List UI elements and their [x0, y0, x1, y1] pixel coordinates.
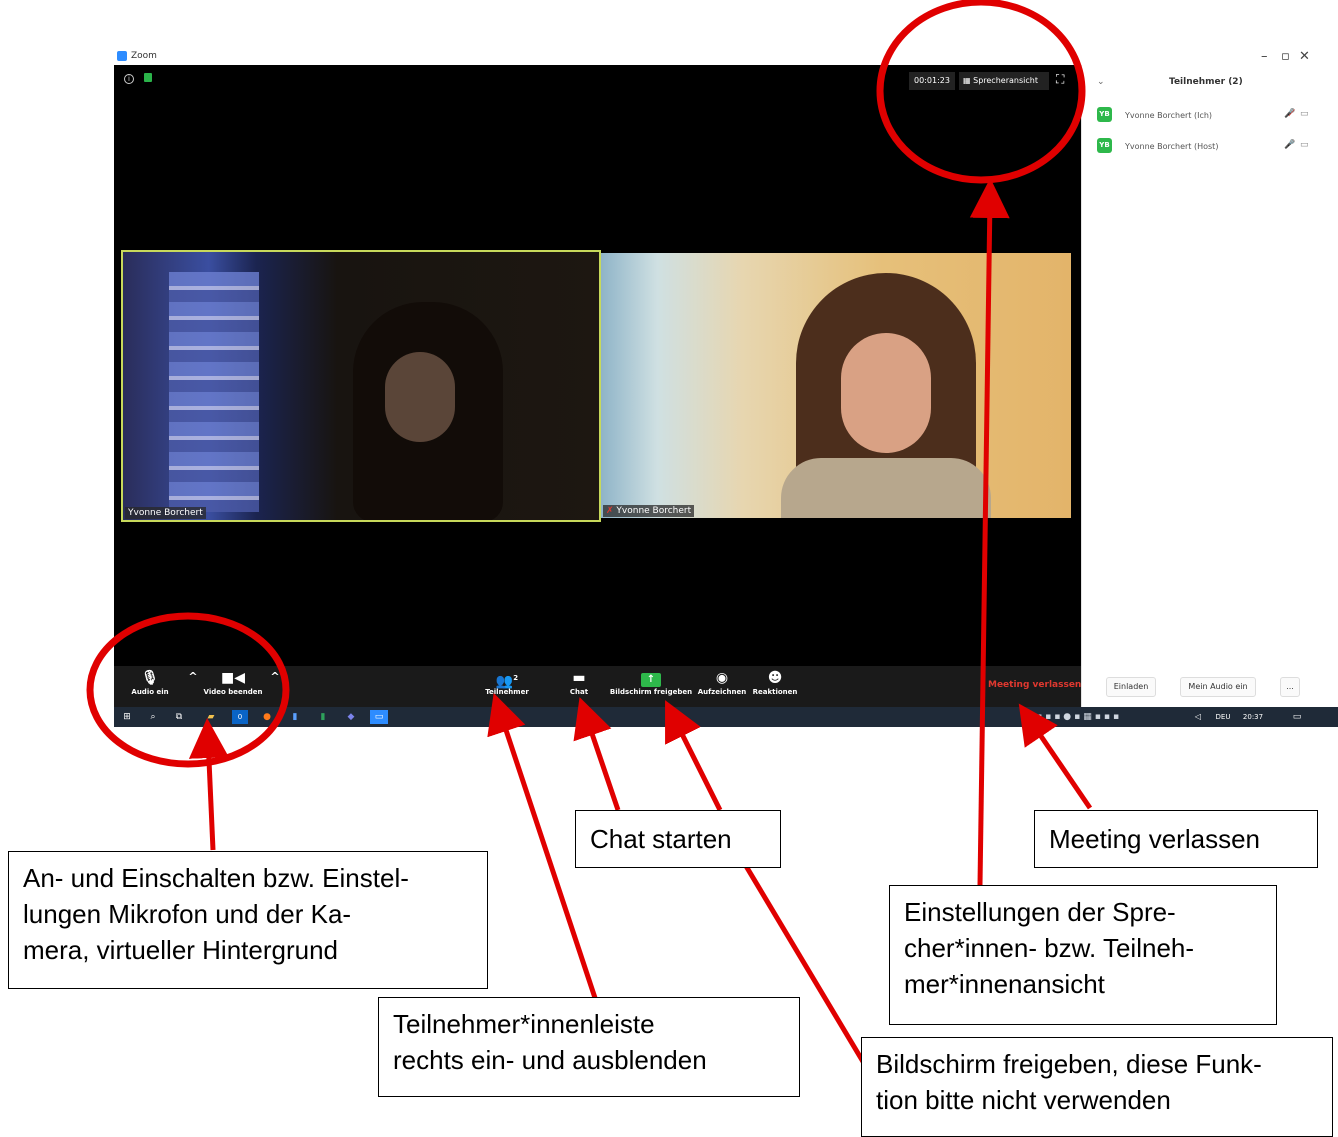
app-title: Zoom [131, 51, 157, 61]
participant-name[interactable]: Yvonne Borchert (Ich) [1125, 111, 1212, 129]
muted-mic-icon[interactable]: 🎤̸ [1284, 109, 1295, 119]
view-toggle-button[interactable]: ▦ Sprecheransicht [959, 72, 1049, 90]
callout-line: An- und Einschalten bzw. Einstel- [23, 863, 409, 893]
video-options-caret-icon[interactable]: ^ [268, 670, 282, 711]
my-audio-button[interactable]: Mein Audio ein [1180, 677, 1256, 697]
tile-name-text: Yvonne Borchert [616, 506, 692, 516]
record-label: Aufzeichnen [697, 688, 747, 696]
callout-line: mer*innenansicht [904, 969, 1105, 999]
participant-face [385, 352, 455, 442]
zoom-taskbar-icon[interactable]: ▭ [370, 710, 388, 724]
avatar: YB [1097, 107, 1112, 122]
info-icon[interactable]: i [124, 74, 134, 84]
camera-icon[interactable]: ▭ [1300, 109, 1309, 119]
video-tile-1[interactable]: Yvonne Borchert [121, 250, 601, 522]
chat-bubble-icon: ▬ [572, 670, 586, 686]
firefox-icon[interactable]: ● [260, 710, 274, 724]
callout-line: mera, virtueller Hintergrund [23, 935, 339, 965]
reactions-button[interactable]: ☻ Reaktionen [750, 666, 800, 707]
chat-button[interactable]: ▬ Chat [562, 666, 596, 707]
language-indicator[interactable]: DEU [1212, 710, 1234, 724]
video-button[interactable]: ■◀ Video beenden [200, 666, 266, 707]
excel-icon[interactable]: ▮ [316, 710, 330, 724]
notifications-icon[interactable]: ▭ [1290, 710, 1304, 724]
window-titlebar [114, 48, 1338, 65]
tile-name-label: ✗ Yvonne Borchert [603, 505, 695, 517]
callout-leave: Meeting verlassen [1034, 810, 1318, 868]
outlook-icon[interactable]: 0 [232, 710, 248, 724]
search-icon[interactable]: ⌕ [146, 710, 160, 724]
callout-share-screen: Bildschirm freigeben, diese Funk- tion b… [861, 1037, 1333, 1137]
zoom-logo-icon [117, 51, 127, 61]
muted-microphone-icon: 🎙 [141, 670, 159, 686]
audio-button[interactable]: 🎙 Audio ein [124, 666, 176, 707]
share-label: Bildschirm freigeben [609, 688, 693, 696]
callout-mic-camera: An- und Einschalten bzw. Einstel- lungen… [8, 851, 488, 989]
callout-line: Einstellungen der Spre- [904, 897, 1176, 927]
callout-line: tion bitte nicht verwenden [876, 1085, 1171, 1115]
arrow-share-1 [665, 700, 723, 812]
participants-count: 2 [513, 674, 519, 682]
participants-button[interactable]: 👥2 Teilnehmer [478, 666, 536, 707]
lock-icon[interactable] [144, 73, 152, 82]
callout-participants: Teilnehmer*innenleiste rechts ein- und a… [378, 997, 800, 1097]
callout-line: Bildschirm freigeben, diese Funk- [876, 1049, 1262, 1079]
arrow-chat [573, 697, 621, 811]
tile-name-label: Yvonne Borchert [125, 507, 206, 519]
participants-panel [1081, 65, 1338, 707]
grid-icon: ▦ [963, 76, 974, 85]
callout-line: Teilnehmer*innenleiste [393, 1009, 655, 1039]
participant-name[interactable]: Yvonne Borchert (Host) [1125, 142, 1218, 160]
arrow-mic-camera [188, 718, 229, 851]
callout-line: lungen Mikrofon und der Ka- [23, 899, 352, 929]
participants-label: Teilnehmer [485, 688, 529, 696]
clock[interactable]: 20:37 [1238, 710, 1268, 724]
fullscreen-icon[interactable]: ⛶ [1056, 72, 1064, 87]
video-camera-icon: ■◀ [221, 670, 245, 686]
record-button[interactable]: ◉ Aufzeichnen [696, 666, 748, 707]
panel-title: Teilnehmer (2) [1169, 77, 1243, 87]
callout-chat: Chat starten [575, 810, 781, 868]
more-button[interactable]: ... [1280, 677, 1300, 697]
view-label: Sprecheransicht [973, 76, 1038, 85]
system-tray-icons[interactable]: ▪▪▪●▪▦▪▪▪ [1036, 710, 1166, 724]
share-screen-icon: ↑ [641, 673, 661, 687]
share-icon-wrap: ↑ [608, 666, 694, 688]
record-icon: ◉ [715, 670, 729, 686]
audio-label: Audio ein [131, 688, 169, 696]
close-button[interactable]: ✕ [1299, 49, 1310, 64]
collapse-chevron-icon[interactable]: ⌄ [1097, 77, 1105, 87]
microphone-icon[interactable]: 🎤 [1284, 140, 1295, 150]
participants-icon: 👥2 [495, 673, 519, 690]
meeting-timer: 00:01:23 [909, 72, 955, 90]
windows-start-icon[interactable]: ⊞ [120, 710, 134, 724]
leave-meeting-button[interactable]: Meeting verlassen [988, 680, 1081, 690]
emoji-icon: ☻ [767, 670, 783, 686]
video-label: Video beenden [203, 688, 263, 696]
volume-icon[interactable]: ◁ [1192, 710, 1204, 724]
word-icon[interactable]: ▮ [288, 710, 302, 724]
restore-button[interactable]: ▫ [1281, 49, 1290, 64]
task-view-icon[interactable]: ⧉ [172, 710, 186, 724]
camera-icon[interactable]: ▭ [1300, 140, 1309, 150]
minimize-button[interactable]: – [1261, 49, 1268, 64]
avatar: YB [1097, 138, 1112, 153]
file-explorer-icon[interactable]: ▰ [204, 710, 218, 724]
participant-face [841, 333, 931, 453]
invite-button[interactable]: Einladen [1106, 677, 1156, 697]
callout-line: cher*innen- bzw. Teilneh- [904, 933, 1195, 963]
video-tile-2[interactable]: ✗ Yvonne Borchert [601, 253, 1071, 518]
muted-mic-icon: ✗ [606, 506, 617, 516]
share-screen-button[interactable]: ↑ Bildschirm freigeben [608, 666, 694, 707]
arrow-leave [1018, 703, 1093, 810]
window-background [169, 272, 259, 512]
callout-line: rechts ein- und ausblenden [393, 1045, 707, 1075]
audio-options-caret-icon[interactable]: ^ [186, 670, 200, 711]
chat-label: Chat [569, 688, 589, 696]
reactions-label: Reaktionen [752, 688, 798, 696]
teams-icon[interactable]: ◆ [344, 710, 358, 724]
participant-shoulders [781, 458, 991, 518]
callout-view-settings: Einstellungen der Spre- cher*innen- bzw.… [889, 885, 1277, 1025]
